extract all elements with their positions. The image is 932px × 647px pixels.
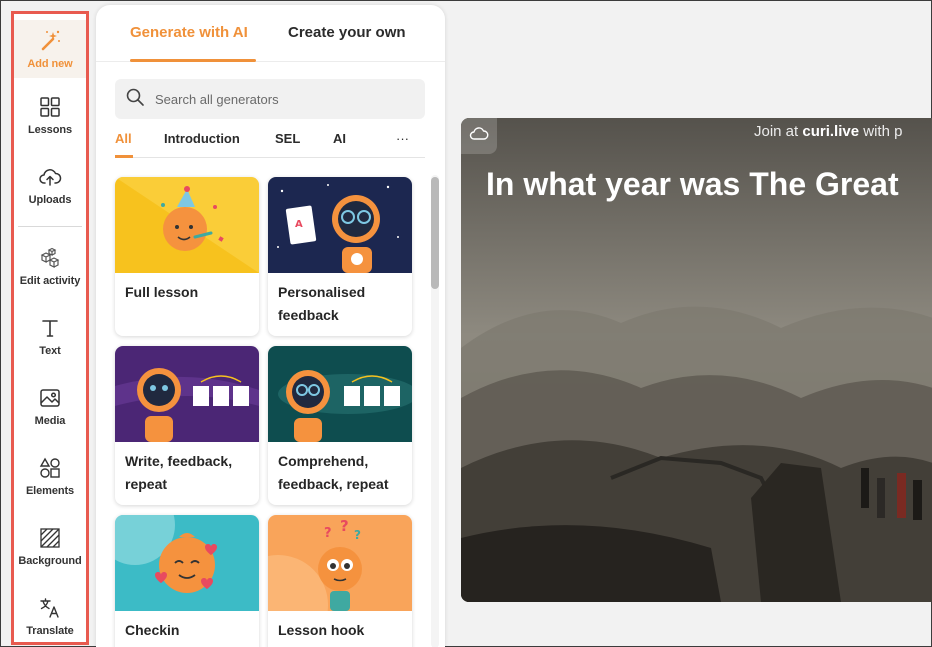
generator-card-checkin[interactable]: Checkin	[115, 515, 259, 647]
lessons-label: Lessons	[28, 124, 72, 136]
translate-button[interactable]: Translate	[14, 595, 86, 637]
search-input[interactable]	[155, 91, 405, 107]
tab-create-your-own[interactable]: Create your own	[288, 24, 406, 41]
svg-text:?: ?	[354, 528, 361, 542]
active-tab-indicator	[130, 59, 256, 62]
text-button[interactable]: Text	[14, 315, 86, 357]
panel-tabs: Generate with AI Create your own	[96, 5, 445, 62]
shapes-icon	[37, 455, 63, 481]
join-instructions: Join at curi.live with p	[754, 123, 902, 140]
card-title: Lesson hook	[278, 622, 365, 638]
join-prefix: Join at	[754, 123, 803, 140]
join-site: curi.live	[802, 123, 860, 140]
checkin-thumbnail	[115, 515, 259, 611]
cloud-upload-icon	[37, 164, 63, 190]
card-title: Comprehend, feedback, repeat	[278, 453, 389, 492]
image-icon	[37, 385, 63, 411]
svg-text:?: ?	[324, 526, 332, 541]
media-button[interactable]: Media	[14, 385, 86, 427]
tab-generate-with-ai[interactable]: Generate with AI	[130, 24, 248, 41]
generator-panel: Generate with AI Create your own All Int…	[96, 5, 445, 647]
text-label: Text	[39, 345, 61, 357]
generator-card-comprehend-feedback-repeat[interactable]: Comprehend, feedback, repeat	[268, 346, 412, 505]
write-feedback-repeat-thumbnail	[115, 346, 259, 442]
rail-divider	[18, 226, 82, 227]
slide-question: In what year was The Great	[486, 166, 899, 202]
lessons-button[interactable]: Lessons	[14, 94, 86, 136]
filter-all[interactable]: All	[115, 131, 132, 146]
filter-introduction[interactable]: Introduction	[164, 131, 240, 146]
search-icon	[125, 87, 145, 112]
add-new-button[interactable]: Add new	[14, 20, 86, 78]
filter-ai[interactable]: AI	[333, 131, 346, 146]
slide-preview[interactable]: Join at curi.live with p In what year wa…	[461, 118, 932, 602]
full-lesson-thumbnail	[115, 177, 259, 273]
edit-activity-button[interactable]: Edit activity	[14, 245, 86, 287]
cloud-sync-badge[interactable]	[461, 118, 497, 154]
svg-text:?: ?	[340, 517, 349, 535]
join-suffix: with p	[859, 123, 903, 140]
generator-card-personalised-feedback[interactable]: A Personalised feedback	[268, 177, 412, 336]
magic-wand-icon	[37, 28, 63, 54]
filter-sel[interactable]: SEL	[275, 131, 300, 146]
scrollbar-thumb[interactable]	[431, 177, 439, 289]
translate-icon	[37, 595, 63, 621]
category-filters: All Introduction SEL AI ···	[115, 125, 425, 158]
generator-card-lesson-hook[interactable]: ? ? ? Lesson hook	[268, 515, 412, 647]
cloud-icon	[469, 124, 489, 149]
background-label: Background	[18, 555, 82, 567]
add-new-label: Add new	[27, 58, 73, 70]
background-button[interactable]: Background	[14, 525, 86, 567]
card-title: Full lesson	[125, 284, 199, 300]
text-icon	[37, 315, 63, 341]
card-title: Write, feedback, repeat	[125, 453, 233, 492]
personalised-feedback-thumbnail: A	[268, 177, 412, 273]
search-bar[interactable]	[115, 79, 425, 119]
generator-card-full-lesson[interactable]: Full lesson	[115, 177, 259, 336]
svg-text:A: A	[295, 219, 303, 230]
left-toolbar: Add new Lessons Uploads Edit activity Te…	[11, 11, 89, 645]
generator-card-write-feedback-repeat[interactable]: Write, feedback, repeat	[115, 346, 259, 505]
media-label: Media	[34, 415, 66, 427]
uploads-label: Uploads	[28, 194, 72, 206]
blocks-icon	[37, 245, 63, 271]
grid-icon	[37, 94, 63, 120]
comprehend-feedback-repeat-thumbnail	[268, 346, 412, 442]
elements-button[interactable]: Elements	[14, 455, 86, 497]
active-filter-indicator	[115, 155, 133, 158]
translate-label: Translate	[26, 625, 74, 637]
card-title: Personalised feedback	[278, 284, 366, 323]
hatch-icon	[37, 525, 63, 551]
edit-activity-label: Edit activity	[19, 275, 81, 287]
elements-label: Elements	[25, 485, 75, 497]
uploads-button[interactable]: Uploads	[14, 164, 86, 206]
card-title: Checkin	[125, 622, 180, 638]
more-filters-button[interactable]: ···	[396, 131, 409, 146]
lesson-hook-thumbnail: ? ? ?	[268, 515, 412, 611]
